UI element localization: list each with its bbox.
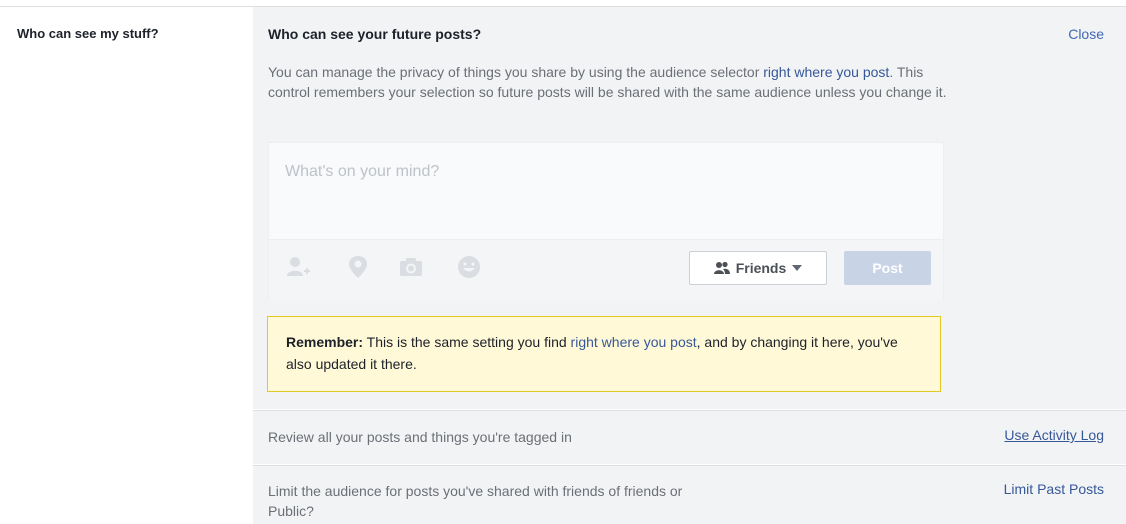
audience-label: Friends (735, 260, 787, 276)
remember-link[interactable]: right where you post (571, 334, 697, 350)
friends-icon (713, 261, 730, 274)
chevron-down-icon (792, 265, 803, 271)
post-button[interactable]: Post (844, 251, 931, 285)
description-text: You can manage the privacy of things you… (268, 64, 764, 80)
limit-past-posts-link[interactable]: Limit Past Posts (1004, 481, 1104, 497)
privacy-settings-page: Who can see my stuff? Who can see your f… (0, 0, 1126, 524)
location-pin-icon[interactable] (345, 254, 371, 280)
camera-icon[interactable] (398, 254, 424, 280)
remember-text: This is the same setting you find (363, 334, 571, 350)
row-description: Limit the audience for posts you've shar… (268, 483, 683, 519)
row-description: Review all your posts and things you're … (268, 429, 572, 445)
panel-title: Who can see your future posts? (268, 26, 482, 42)
limit-past-posts-row: Limit the audience for posts you've shar… (253, 465, 1126, 524)
composer-toolbar: Friends Post (269, 239, 943, 300)
use-activity-log-link[interactable]: Use Activity Log (1004, 427, 1104, 443)
close-link[interactable]: Close (1068, 26, 1104, 42)
remember-notice: Remember: This is the same setting you f… (267, 316, 941, 392)
activity-log-row: Review all your posts and things you're … (253, 410, 1126, 464)
tag-people-icon[interactable] (285, 254, 311, 280)
right-where-you-post-link[interactable]: right where you post (763, 64, 889, 80)
post-composer: What's on your mind? Friends Post (268, 142, 944, 300)
emoji-icon[interactable] (456, 254, 482, 280)
panel-description: You can manage the privacy of things you… (268, 62, 958, 102)
status-placeholder: What's on your mind? (285, 163, 440, 180)
remember-heading: Remember: (286, 334, 364, 350)
audience-selector-button[interactable]: Friends (689, 251, 827, 285)
section-label: Who can see my stuff? (17, 26, 159, 41)
status-input[interactable]: What's on your mind? (269, 143, 943, 239)
future-posts-panel: Who can see your future posts? Close You… (253, 7, 1126, 409)
